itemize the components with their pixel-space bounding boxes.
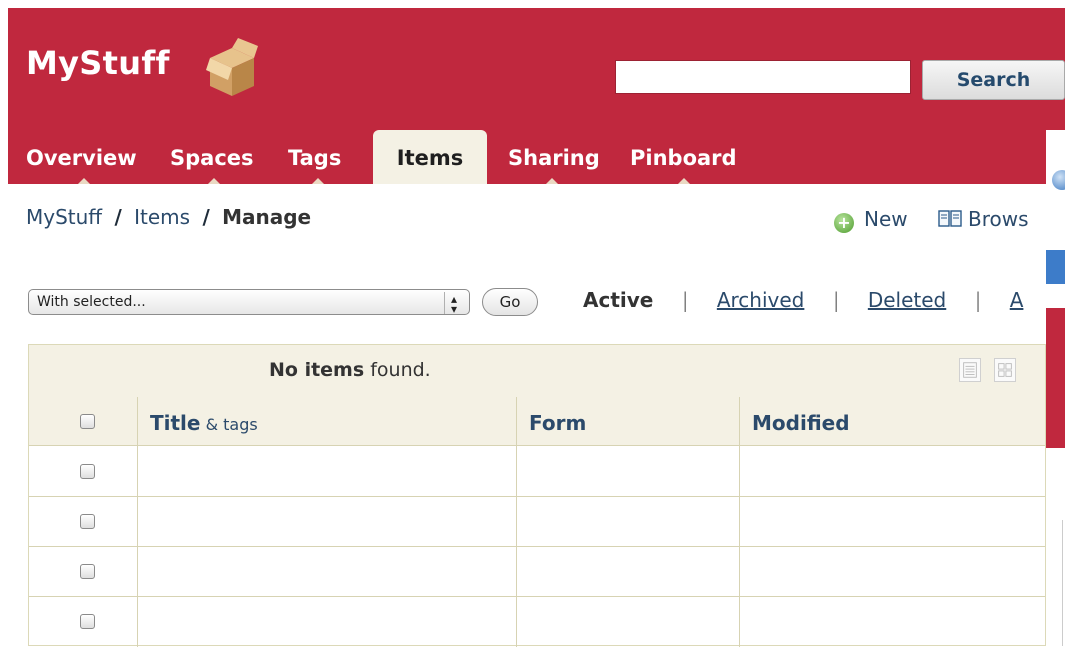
- app-logo-text[interactable]: MyStuff: [26, 44, 170, 82]
- view-toggle: [959, 358, 1024, 386]
- table-row: [29, 496, 1045, 547]
- status-filters: Active | Archived | Deleted | A: [583, 288, 1023, 312]
- page-actions: + New Brows: [834, 207, 1029, 233]
- list-view-icon[interactable]: [959, 358, 981, 382]
- empty-state-message: No items found.: [269, 359, 431, 381]
- table-row: [29, 596, 1045, 646]
- overlapping-window-fragment: [1046, 130, 1065, 646]
- filter-deleted[interactable]: Deleted: [868, 288, 946, 312]
- grid-view-icon[interactable]: [994, 358, 1017, 382]
- table-header-row: Title & tags Form Modified: [29, 397, 1045, 446]
- row-checkbox[interactable]: [80, 564, 95, 579]
- tab-sharing[interactable]: Sharing: [508, 130, 600, 184]
- tab-notch: [312, 178, 324, 184]
- table-status-row: No items found.: [29, 345, 1045, 398]
- new-item-link[interactable]: New: [864, 207, 908, 231]
- items-table: No items found. Title & tags Form Modifi: [28, 344, 1046, 647]
- tab-tags[interactable]: Tags: [288, 130, 341, 184]
- filter-divider: |: [974, 288, 982, 312]
- go-button[interactable]: Go: [482, 288, 538, 316]
- breadcrumb-root[interactable]: MyStuff: [26, 205, 102, 229]
- tab-overview[interactable]: Overview: [26, 130, 137, 184]
- column-header-modified[interactable]: Modified: [752, 411, 850, 435]
- bulk-action-value: With selected...: [37, 294, 146, 310]
- tab-items[interactable]: Items: [373, 130, 487, 184]
- tab-notch: [208, 178, 220, 184]
- tab-notch: [78, 178, 90, 184]
- breadcrumb-section[interactable]: Items: [134, 205, 190, 229]
- filter-archived[interactable]: Archived: [717, 288, 805, 312]
- filter-active: Active: [583, 288, 654, 312]
- plus-circle-icon: +: [834, 213, 854, 233]
- search-input[interactable]: [615, 60, 911, 94]
- breadcrumb-separator: /: [114, 205, 122, 229]
- table-row: [29, 446, 1045, 497]
- breadcrumb: MyStuff / Items / Manage: [26, 205, 311, 229]
- filter-divider: |: [832, 288, 840, 312]
- blue-bar: [1046, 250, 1065, 284]
- tab-notch: [546, 178, 558, 184]
- browse-link[interactable]: Brows: [968, 207, 1029, 231]
- updown-arrows-icon: ▴ ▾: [444, 292, 463, 315]
- row-checkbox[interactable]: [80, 464, 95, 479]
- tab-notch: [678, 178, 690, 184]
- filter-all[interactable]: A: [1010, 288, 1024, 312]
- filter-divider: |: [681, 288, 689, 312]
- row-checkbox[interactable]: [80, 514, 95, 529]
- search-button[interactable]: Search: [922, 60, 1065, 100]
- blue-orb-icon: [1052, 170, 1065, 190]
- select-all-checkbox[interactable]: [80, 414, 95, 429]
- table-row: [29, 546, 1045, 597]
- tab-pinboard[interactable]: Pinboard: [630, 130, 737, 184]
- bulk-action-select[interactable]: With selected... ▴ ▾: [28, 289, 470, 315]
- red-panel: [1046, 308, 1065, 448]
- column-header-form[interactable]: Form: [529, 411, 586, 435]
- book-icon: [938, 210, 962, 227]
- box-logo-icon: [206, 38, 258, 96]
- row-checkbox[interactable]: [80, 614, 95, 629]
- tab-spaces[interactable]: Spaces: [170, 130, 254, 184]
- breadcrumb-current: Manage: [222, 205, 312, 229]
- column-header-title[interactable]: Title & tags: [150, 411, 258, 435]
- breadcrumb-separator: /: [202, 205, 210, 229]
- main-tabs: Overview Spaces Tags Items Sharing Pinbo…: [8, 130, 1048, 184]
